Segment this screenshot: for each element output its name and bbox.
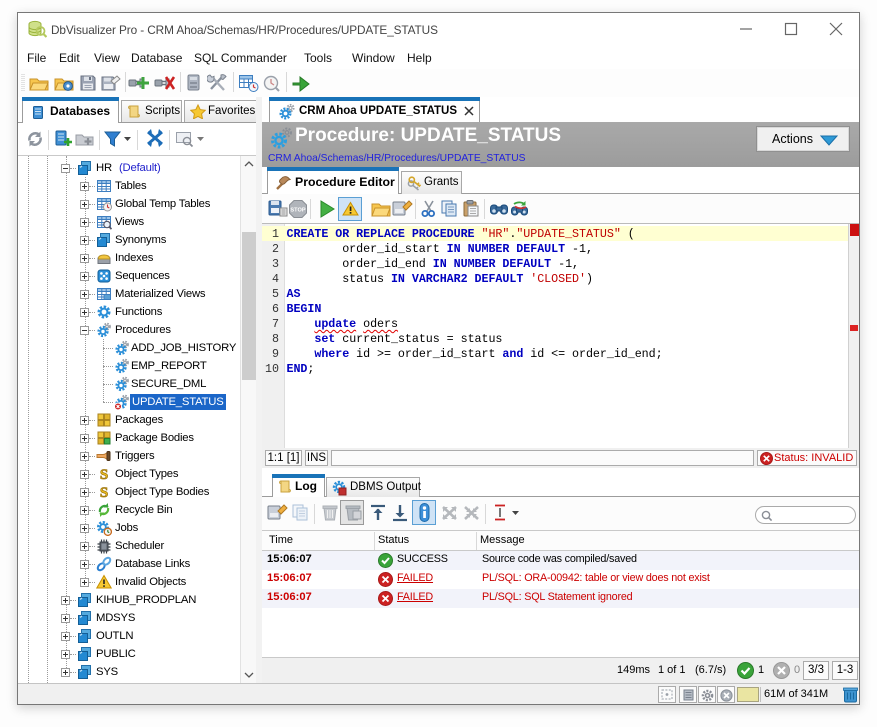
svg-text:S: S — [100, 485, 108, 500]
svg-text:S: S — [100, 467, 108, 482]
svg-text:STOP: STOP — [290, 208, 305, 214]
